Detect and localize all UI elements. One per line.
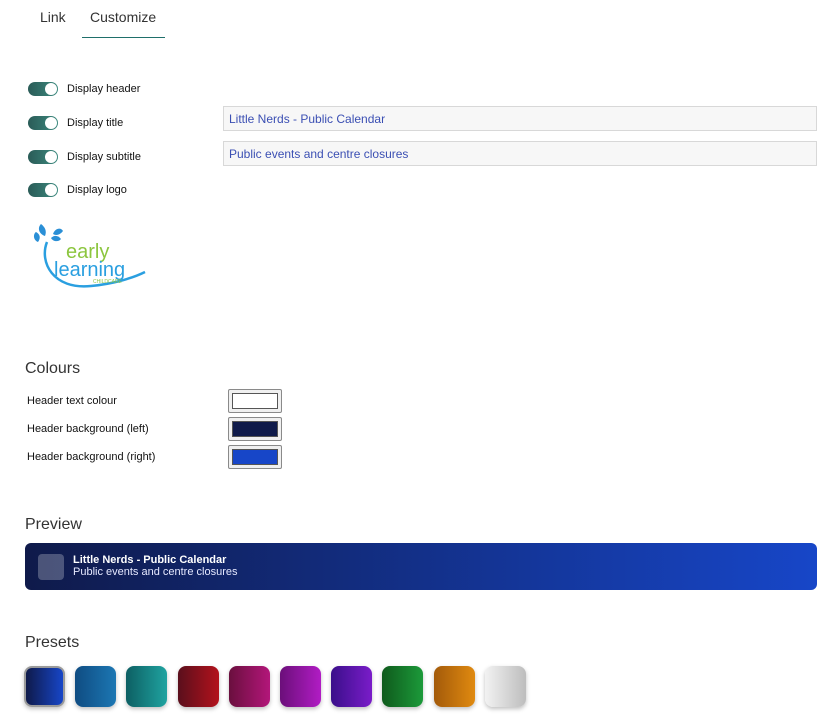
leaf-icon — [38, 224, 46, 236]
toggle-row-display-subtitle: Display subtitle — [28, 150, 141, 164]
toggle-row-display-title: Display title — [28, 116, 123, 130]
preview-banner: Little Nerds - Public Calendar Public ev… — [25, 543, 817, 590]
colour-swatch — [232, 449, 278, 465]
display-header-label: Display header — [67, 83, 141, 95]
tab-link[interactable]: Link — [40, 9, 66, 25]
preset-swatch-2[interactable] — [75, 666, 117, 707]
preset-swatch-1[interactable] — [24, 666, 65, 707]
colour-swatch — [232, 421, 278, 437]
preview-subtitle: Public events and centre closures — [73, 566, 238, 578]
preset-list — [24, 666, 536, 707]
preset-swatch-8[interactable] — [382, 666, 424, 707]
display-subtitle-toggle[interactable] — [28, 150, 58, 164]
preset-swatch-9[interactable] — [433, 666, 475, 707]
tab-customize[interactable]: Customize — [90, 9, 156, 25]
preset-swatch-4[interactable] — [177, 666, 219, 707]
preset-swatch-6[interactable] — [279, 666, 321, 707]
display-title-toggle[interactable] — [28, 116, 58, 130]
active-tab-indicator — [82, 37, 165, 38]
toggle-row-display-header: Display header — [28, 82, 140, 96]
preview-title: Little Nerds - Public Calendar — [73, 554, 227, 566]
header-bg-left-label: Header background (left) — [27, 423, 149, 435]
preset-swatch-7[interactable] — [331, 666, 373, 707]
presets-heading: Presets — [25, 634, 80, 651]
toggle-row-display-logo: Display logo — [28, 183, 127, 197]
header-text-colour-label: Header text colour — [27, 395, 117, 407]
preset-swatch-10[interactable] — [484, 666, 526, 707]
display-title-label: Display title — [67, 117, 124, 129]
display-logo-label: Display logo — [67, 184, 127, 196]
colour-swatch — [232, 393, 278, 409]
title-input[interactable] — [223, 106, 817, 131]
leaf-icon — [33, 232, 40, 242]
logo-line-childcare: CHILDCARE — [93, 279, 123, 285]
logo-line-learning: learning — [54, 259, 125, 281]
subtitle-input[interactable] — [223, 141, 817, 166]
leaf-icon — [51, 235, 61, 242]
display-logo-toggle[interactable] — [28, 183, 58, 197]
toggle-knob — [45, 151, 57, 163]
display-header-toggle[interactable] — [28, 82, 58, 96]
preset-swatch-3[interactable] — [126, 666, 168, 707]
colours-heading: Colours — [25, 360, 81, 377]
header-bg-left-picker[interactable] — [228, 417, 282, 441]
header-text-colour-picker[interactable] — [228, 389, 282, 413]
header-bg-right-picker[interactable] — [228, 445, 282, 469]
preset-swatch-5[interactable] — [228, 666, 270, 707]
preview-logo-placeholder — [38, 554, 64, 580]
header-bg-right-label: Header background (right) — [27, 451, 156, 463]
display-subtitle-label: Display subtitle — [67, 151, 141, 163]
toggle-knob — [45, 117, 57, 129]
toggle-knob — [45, 184, 57, 196]
preview-heading: Preview — [25, 516, 82, 533]
toggle-knob — [45, 83, 57, 95]
early-learning-logo: early learning CHILDCARE — [33, 224, 146, 288]
leaf-icon — [53, 228, 63, 235]
